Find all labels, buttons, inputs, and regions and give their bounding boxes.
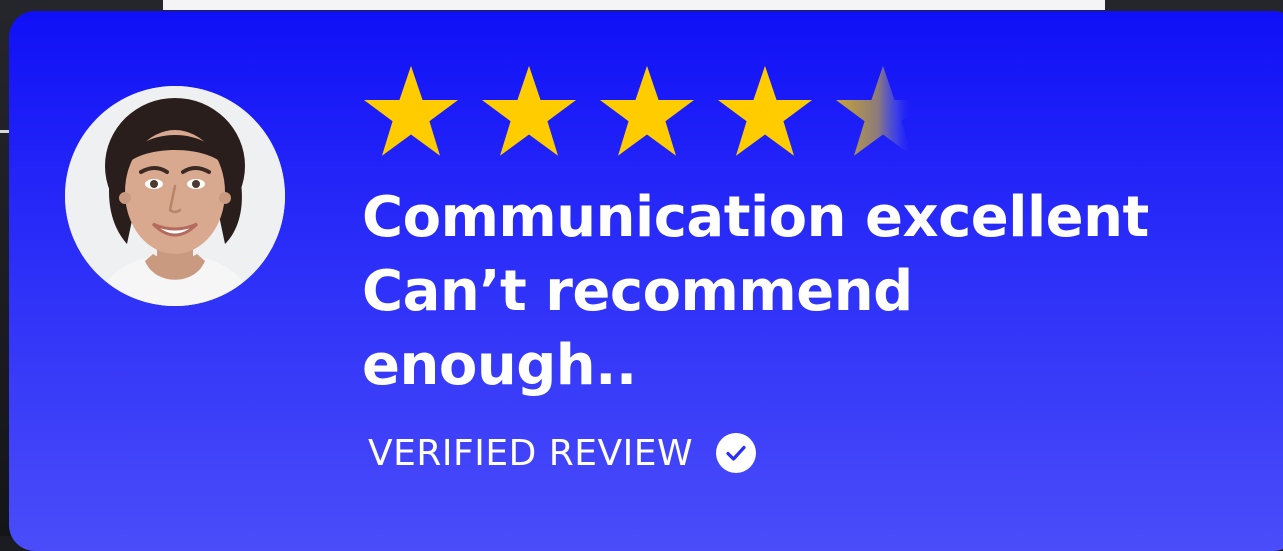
star-icon [599, 65, 695, 156]
check-circle-icon [716, 433, 757, 473]
verified-badge: VERIFIED REVIEW [368, 432, 757, 474]
background-sheet [163, 0, 1105, 10]
star-rating [362, 63, 932, 159]
headline-line-1: Communication excellent [362, 185, 1149, 250]
headline-line-3: enough.. [362, 333, 637, 398]
star-icon [481, 65, 577, 156]
star-icon [717, 65, 813, 156]
review-headline: Communication excellent Can’t recommend … [362, 181, 1222, 403]
headline-line-2: Can’t recommend [362, 259, 913, 324]
review-card: Communication excellent Can’t recommend … [9, 11, 1283, 551]
half-star-icon [835, 65, 931, 156]
reviewer-avatar [65, 86, 285, 306]
star-icon [363, 65, 459, 156]
verified-label: VERIFIED REVIEW [368, 432, 694, 474]
